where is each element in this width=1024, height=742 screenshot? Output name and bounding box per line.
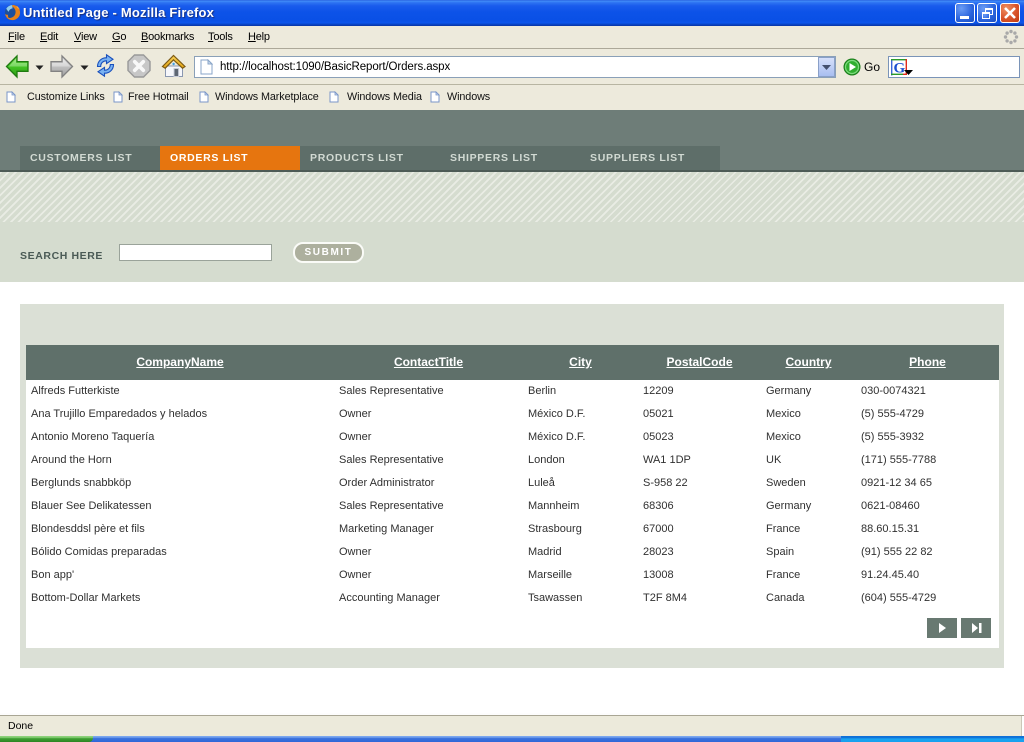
svg-text:G: G [894, 61, 906, 77]
